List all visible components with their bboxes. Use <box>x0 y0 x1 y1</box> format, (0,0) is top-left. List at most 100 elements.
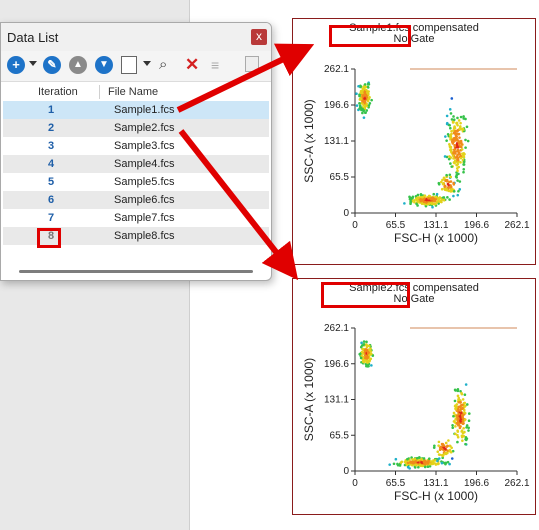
data-point <box>456 149 460 152</box>
titlebar: Data List x <box>1 23 271 51</box>
delete-icon[interactable]: ✕ <box>185 56 203 74</box>
data-point <box>415 197 419 200</box>
plot-panel-1[interactable]: Sample1.fcs compensated No Gate 0 65.5 131… <box>292 18 536 265</box>
data-point <box>432 446 436 449</box>
data-point <box>457 152 461 155</box>
layout-icon[interactable] <box>121 56 137 74</box>
data-point <box>396 462 399 466</box>
data-point <box>454 417 457 421</box>
data-point <box>461 127 465 131</box>
data-point <box>440 447 444 451</box>
data-point <box>453 159 457 162</box>
data-point <box>456 169 459 173</box>
scatter-plot: 0 65.5 131.1 196.6 262.1 0 65.5 131.1 196.6 262.1… <box>302 64 530 245</box>
data-point <box>465 424 469 427</box>
y-tick-label: 0 <box>343 466 349 477</box>
data-point <box>460 145 463 149</box>
data-point <box>435 192 439 196</box>
list-icon[interactable]: ≡ <box>211 56 229 74</box>
data-point <box>359 97 363 100</box>
data-point <box>446 132 450 136</box>
list-row[interactable]: 6 Sample6.fcs <box>3 191 269 209</box>
list-row[interactable]: 2 Sample2.fcs <box>3 119 269 137</box>
data-point <box>403 460 407 464</box>
data-point <box>455 122 459 125</box>
x-tick-label: 131.1 <box>423 220 448 231</box>
data-point <box>454 134 458 137</box>
data-point <box>461 413 464 417</box>
data-point <box>423 194 427 197</box>
data-point <box>456 418 460 421</box>
data-point <box>456 158 460 162</box>
up-icon[interactable]: ▲ <box>69 56 87 74</box>
data-point <box>419 199 423 203</box>
data-point <box>452 194 455 198</box>
row-file-name: Sample1.fcs <box>114 104 175 116</box>
data-point <box>440 187 444 191</box>
data-point <box>436 450 440 454</box>
x-tick-label: 131.1 <box>423 478 448 489</box>
data-point <box>462 170 465 174</box>
list-row[interactable]: 3 Sample3.fcs <box>3 137 269 155</box>
layout-dropdown-icon[interactable] <box>143 61 151 66</box>
data-point <box>367 344 371 348</box>
data-point <box>437 444 440 447</box>
data-point <box>411 458 414 461</box>
data-point <box>457 412 460 416</box>
data-point <box>441 182 445 186</box>
data-point <box>359 345 363 349</box>
y-axis-label: SSC-A (x 1000) <box>302 99 316 182</box>
data-point <box>462 421 465 425</box>
list-row[interactable]: 7 Sample7.fcs <box>3 209 269 227</box>
plot-panel-2[interactable]: Sample2.fcs compensated No Gate 0 65.5 131… <box>292 278 536 515</box>
column-separator <box>99 85 100 99</box>
data-point <box>451 423 454 427</box>
data-point <box>416 193 420 197</box>
add-icon[interactable]: + <box>7 56 25 74</box>
down-icon[interactable]: ▼ <box>95 56 113 74</box>
list-row[interactable]: 5 Sample5.fcs <box>3 173 269 191</box>
data-point <box>364 349 367 353</box>
data-point <box>467 429 470 432</box>
data-point <box>365 363 369 367</box>
data-point <box>457 172 460 176</box>
data-point <box>460 392 464 396</box>
data-point <box>457 132 461 136</box>
column-file-name[interactable]: File Name <box>108 86 158 98</box>
data-point <box>365 340 368 344</box>
data-point <box>424 200 427 204</box>
data-point <box>448 146 452 149</box>
data-point <box>365 343 368 347</box>
data-point <box>456 389 460 393</box>
list-row[interactable]: 4 Sample4.fcs <box>3 155 269 173</box>
sample-name-highlight-box <box>321 282 410 308</box>
close-button[interactable]: x <box>251 29 267 45</box>
list-row[interactable]: 1 Sample1.fcs <box>3 101 269 119</box>
x-tick-label: 262.1 <box>504 478 529 489</box>
data-point <box>459 420 462 423</box>
wrench-icon[interactable]: ✎ <box>43 56 61 74</box>
data-point <box>361 99 364 103</box>
search-icon[interactable]: ⌕ <box>159 56 177 74</box>
horizontal-scrollbar[interactable] <box>19 270 253 273</box>
column-iteration[interactable]: Iteration <box>38 86 78 98</box>
data-point <box>462 163 466 166</box>
export-icon[interactable] <box>245 56 259 72</box>
data-point <box>464 117 467 121</box>
data-point <box>465 125 469 129</box>
x-tick-label: 65.5 <box>386 478 406 489</box>
data-point <box>437 462 440 466</box>
data-point <box>445 179 449 183</box>
data-point <box>456 116 459 120</box>
data-point <box>461 152 464 155</box>
data-point <box>461 406 464 410</box>
add-dropdown-icon[interactable] <box>29 61 37 66</box>
data-point <box>418 456 421 459</box>
row-iteration: 1 <box>47 104 55 116</box>
data-point <box>460 143 464 146</box>
data-point <box>464 383 468 386</box>
data-point <box>451 138 454 142</box>
data-point <box>450 118 454 121</box>
data-point <box>364 111 367 114</box>
row-file-name: Sample2.fcs <box>114 122 175 134</box>
